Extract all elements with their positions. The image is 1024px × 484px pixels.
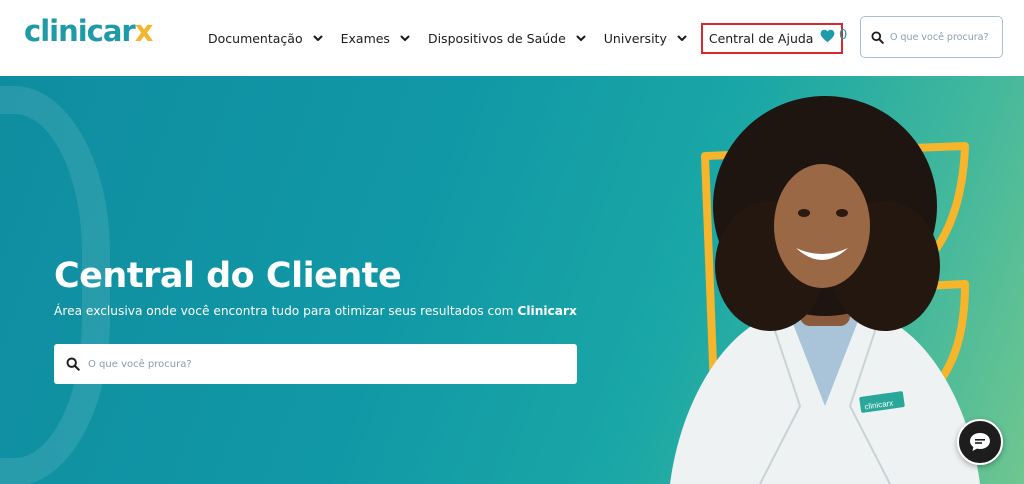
clinicarx-logo[interactable]: clinicarx (24, 14, 153, 48)
hero-search[interactable] (54, 344, 577, 384)
hero-banner: Central do Cliente Área exclusiva onde v… (0, 76, 1024, 484)
chevron-down-icon (576, 35, 586, 41)
chevron-down-icon (400, 35, 410, 41)
header-search-input[interactable] (890, 31, 998, 43)
nav-item-label: Central de Ajuda (708, 30, 814, 46)
heart-icon (820, 29, 835, 42)
hero-subtitle-brand: Clinicarx (517, 304, 577, 318)
nav-item-label: Documentação (208, 30, 303, 46)
nav-item-label: Exames (340, 30, 390, 46)
site-header: clinicarx Documentação Exames Dispositiv… (0, 0, 1024, 76)
favorites-count: 0 (839, 28, 848, 43)
hero-person-illustration: clinicarx (670, 96, 980, 484)
hero-search-input[interactable] (88, 358, 568, 370)
nav-item-documentacao[interactable]: Documentação (200, 23, 333, 53)
chevron-down-icon (313, 35, 323, 41)
nav-item-label: University (603, 30, 667, 46)
nav-item-exames[interactable]: Exames (333, 23, 420, 53)
nav-item-label: Dispositivos de Saúde (427, 30, 566, 46)
search-icon (871, 30, 884, 44)
hero-subtitle: Área exclusiva onde você encontra tudo p… (54, 304, 577, 318)
header-search[interactable] (860, 16, 1003, 58)
hero-title: Central do Cliente (54, 256, 402, 296)
chat-button[interactable] (957, 419, 1003, 465)
nav-item-university[interactable]: University (596, 23, 697, 53)
nav-item-dispositivos-de-saude[interactable]: Dispositivos de Saúde (420, 23, 596, 53)
favorites-button[interactable]: 0 (820, 28, 847, 43)
chat-icon (970, 433, 990, 451)
main-nav: Documentação Exames Dispositivos de Saúd… (200, 0, 844, 76)
search-icon (66, 357, 80, 371)
chevron-down-icon (677, 35, 687, 41)
